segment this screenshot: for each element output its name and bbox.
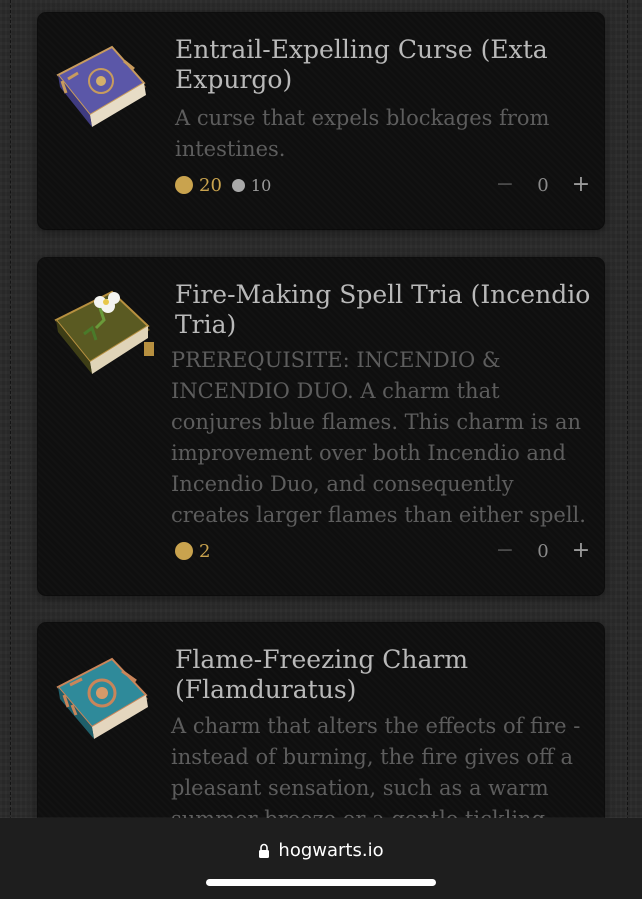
spell-description: PREREQUISITE: INCENDIO & INCENDIO DUO. A… <box>171 348 586 527</box>
spell-title: Fire-Making Spell Tria (Incendio Tria) <box>175 280 591 339</box>
right-stitching <box>627 0 632 820</box>
quantity-value: 0 <box>537 174 549 196</box>
home-indicator[interactable] <box>206 879 436 886</box>
lock-icon <box>259 843 270 858</box>
increment-button[interactable]: + <box>566 172 596 198</box>
spell-title: Flame-Freezing Charm (Flamduratus) <box>175 645 469 704</box>
spellbook-icon <box>56 657 148 739</box>
gold-cost: 2 <box>175 541 210 562</box>
spell-description: A curse that expels blockages from intes… <box>175 106 550 161</box>
spell-title: Entrail-Expelling Curse (Exta Expurgo) <box>175 35 548 94</box>
silver-coin-icon <box>231 178 245 192</box>
url-display[interactable]: hogwarts.io <box>0 838 642 862</box>
spellbook-icon <box>54 290 154 374</box>
gold-cost-value: 2 <box>199 540 211 562</box>
gold-coin-icon <box>175 542 193 560</box>
spell-costs: 2 <box>175 538 210 564</box>
spell-card: Fire-Making Spell Tria (Incendio Tria) P… <box>38 258 604 595</box>
decrement-button[interactable]: − <box>490 538 520 564</box>
spell-description: A charm that alters the effects of fire … <box>171 714 581 831</box>
silver-cost-value: 10 <box>250 175 272 195</box>
increment-button[interactable]: + <box>566 538 596 564</box>
gold-coin-icon <box>175 176 193 194</box>
quantity-value: 0 <box>537 540 549 562</box>
spell-costs: 20 10 <box>175 172 271 198</box>
decrement-button[interactable]: − <box>490 172 520 198</box>
browser-address-bar: hogwarts.io <box>0 818 642 899</box>
url-text: hogwarts.io <box>278 839 384 861</box>
spell-card: Entrail-Expelling Curse (Exta Expurgo) A… <box>38 13 604 229</box>
quantity-stepper: − 0 + <box>490 538 596 564</box>
spellbook-icon <box>56 45 146 127</box>
silver-cost: 10 <box>231 175 272 195</box>
left-stitching <box>10 0 15 820</box>
quantity-stepper: − 0 + <box>490 172 596 198</box>
gold-cost: 20 <box>175 175 222 196</box>
gold-cost-value: 20 <box>199 174 222 196</box>
